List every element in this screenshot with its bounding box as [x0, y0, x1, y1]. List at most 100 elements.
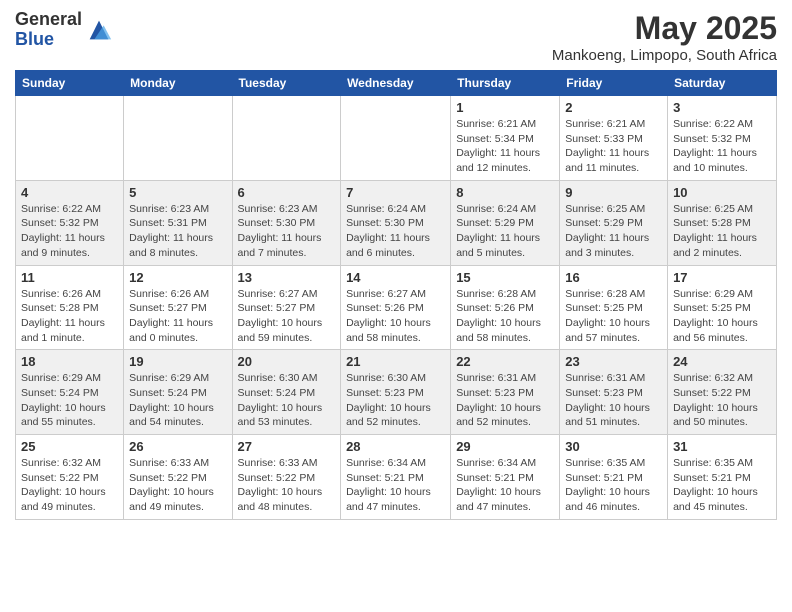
day-detail: Sunrise: 6:21 AM Sunset: 5:34 PM Dayligh… [456, 117, 554, 176]
day-detail: Sunrise: 6:26 AM Sunset: 5:27 PM Dayligh… [129, 287, 226, 346]
col-friday: Friday [560, 71, 668, 96]
day-detail: Sunrise: 6:31 AM Sunset: 5:23 PM Dayligh… [456, 371, 554, 430]
calendar-cell: 13 Sunrise: 6:27 AM Sunset: 5:27 PM Dayli… [232, 265, 341, 350]
day-number: 29 [456, 439, 554, 454]
day-detail: Sunrise: 6:31 AM Sunset: 5:23 PM Dayligh… [565, 371, 662, 430]
col-monday: Monday [124, 71, 232, 96]
calendar-cell: 12 Sunrise: 6:26 AM Sunset: 5:27 PM Dayli… [124, 265, 232, 350]
day-number: 13 [238, 270, 336, 285]
calendar-cell: 17 Sunrise: 6:29 AM Sunset: 5:25 PM Dayli… [668, 265, 777, 350]
calendar-cell: 31 Sunrise: 6:35 AM Sunset: 5:21 PM Dayli… [668, 435, 777, 520]
header-row: Sunday Monday Tuesday Wednesday Thursday… [16, 71, 777, 96]
calendar-cell: 5 Sunrise: 6:23 AM Sunset: 5:31 PM Daylig… [124, 180, 232, 265]
day-number: 24 [673, 354, 771, 369]
day-number: 25 [21, 439, 118, 454]
day-number: 18 [21, 354, 118, 369]
calendar-cell: 10 Sunrise: 6:25 AM Sunset: 5:28 PM Dayli… [668, 180, 777, 265]
calendar-week-2: 4 Sunrise: 6:22 AM Sunset: 5:32 PM Daylig… [16, 180, 777, 265]
day-number: 12 [129, 270, 226, 285]
day-number: 30 [565, 439, 662, 454]
col-tuesday: Tuesday [232, 71, 341, 96]
day-number: 26 [129, 439, 226, 454]
calendar-cell: 30Sunrise: 6:35 AM Sunset: 5:21 PM Dayli… [560, 435, 668, 520]
calendar-cell: 21Sunrise: 6:30 AM Sunset: 5:23 PM Dayli… [341, 350, 451, 435]
day-detail: Sunrise: 6:33 AM Sunset: 5:22 PM Dayligh… [129, 456, 226, 515]
day-detail: Sunrise: 6:21 AM Sunset: 5:33 PM Dayligh… [565, 117, 662, 176]
day-number: 5 [129, 185, 226, 200]
day-detail: Sunrise: 6:24 AM Sunset: 5:29 PM Dayligh… [456, 202, 554, 261]
day-detail: Sunrise: 6:35 AM Sunset: 5:21 PM Dayligh… [673, 456, 771, 515]
day-detail: Sunrise: 6:29 AM Sunset: 5:24 PM Dayligh… [21, 371, 118, 430]
logo: General Blue [15, 10, 113, 50]
calendar-cell: 3 Sunrise: 6:22 AM Sunset: 5:32 PM Daylig… [668, 96, 777, 181]
calendar-header: Sunday Monday Tuesday Wednesday Thursday… [16, 71, 777, 96]
day-detail: Sunrise: 6:34 AM Sunset: 5:21 PM Dayligh… [346, 456, 445, 515]
calendar-cell: 26 Sunrise: 6:33 AM Sunset: 5:22 PM Dayli… [124, 435, 232, 520]
day-detail: Sunrise: 6:29 AM Sunset: 5:24 PM Dayligh… [129, 371, 226, 430]
calendar-cell: 4 Sunrise: 6:22 AM Sunset: 5:32 PM Daylig… [16, 180, 124, 265]
page-header: General Blue May 2025 Mankoeng, Limpopo,… [15, 10, 777, 64]
day-number: 27 [238, 439, 336, 454]
calendar-body: 1 Sunrise: 6:21 AM Sunset: 5:34 PM Daylig… [16, 96, 777, 520]
day-number: 8 [456, 185, 554, 200]
calendar-cell: 7Sunrise: 6:24 AM Sunset: 5:30 PM Daylig… [341, 180, 451, 265]
day-detail: Sunrise: 6:27 AM Sunset: 5:26 PM Dayligh… [346, 287, 445, 346]
day-number: 16 [565, 270, 662, 285]
title-block: May 2025 Mankoeng, Limpopo, South Africa [552, 10, 777, 64]
day-number: 10 [673, 185, 771, 200]
calendar-cell: 27 Sunrise: 6:33 AM Sunset: 5:22 PM Dayli… [232, 435, 341, 520]
day-number: 7 [346, 185, 445, 200]
main-title: May 2025 [552, 10, 777, 47]
day-number: 14 [346, 270, 445, 285]
calendar-cell [232, 96, 341, 181]
day-number: 17 [673, 270, 771, 285]
calendar-cell: 24 Sunrise: 6:32 AM Sunset: 5:22 PM Dayli… [668, 350, 777, 435]
calendar-week-4: 18 Sunrise: 6:29 AM Sunset: 5:24 PM Dayli… [16, 350, 777, 435]
calendar-week-1: 1 Sunrise: 6:21 AM Sunset: 5:34 PM Daylig… [16, 96, 777, 181]
day-number: 1 [456, 100, 554, 115]
calendar-week-5: 25Sunrise: 6:32 AM Sunset: 5:22 PM Dayli… [16, 435, 777, 520]
day-number: 22 [456, 354, 554, 369]
day-detail: Sunrise: 6:25 AM Sunset: 5:29 PM Dayligh… [565, 202, 662, 261]
calendar-cell: 6 Sunrise: 6:23 AM Sunset: 5:30 PM Daylig… [232, 180, 341, 265]
day-detail: Sunrise: 6:30 AM Sunset: 5:24 PM Dayligh… [238, 371, 336, 430]
day-number: 6 [238, 185, 336, 200]
logo-icon [85, 16, 113, 44]
day-detail: Sunrise: 6:27 AM Sunset: 5:27 PM Dayligh… [238, 287, 336, 346]
calendar-cell: 9 Sunrise: 6:25 AM Sunset: 5:29 PM Daylig… [560, 180, 668, 265]
day-detail: Sunrise: 6:28 AM Sunset: 5:26 PM Dayligh… [456, 287, 554, 346]
day-detail: Sunrise: 6:25 AM Sunset: 5:28 PM Dayligh… [673, 202, 771, 261]
day-number: 9 [565, 185, 662, 200]
day-number: 2 [565, 100, 662, 115]
day-number: 15 [456, 270, 554, 285]
day-detail: Sunrise: 6:29 AM Sunset: 5:25 PM Dayligh… [673, 287, 771, 346]
day-number: 21 [346, 354, 445, 369]
logo-text: General Blue [15, 10, 82, 50]
day-number: 4 [21, 185, 118, 200]
calendar-cell: 11Sunrise: 6:26 AM Sunset: 5:28 PM Dayli… [16, 265, 124, 350]
calendar-cell: 29 Sunrise: 6:34 AM Sunset: 5:21 PM Dayli… [451, 435, 560, 520]
day-detail: Sunrise: 6:34 AM Sunset: 5:21 PM Dayligh… [456, 456, 554, 515]
calendar-cell [16, 96, 124, 181]
calendar-cell: 16 Sunrise: 6:28 AM Sunset: 5:25 PM Dayli… [560, 265, 668, 350]
day-detail: Sunrise: 6:23 AM Sunset: 5:30 PM Dayligh… [238, 202, 336, 261]
day-detail: Sunrise: 6:22 AM Sunset: 5:32 PM Dayligh… [21, 202, 118, 261]
day-number: 28 [346, 439, 445, 454]
day-number: 19 [129, 354, 226, 369]
calendar-cell: 2 Sunrise: 6:21 AM Sunset: 5:33 PM Daylig… [560, 96, 668, 181]
day-detail: Sunrise: 6:28 AM Sunset: 5:25 PM Dayligh… [565, 287, 662, 346]
col-sunday: Sunday [16, 71, 124, 96]
day-detail: Sunrise: 6:23 AM Sunset: 5:31 PM Dayligh… [129, 202, 226, 261]
day-detail: Sunrise: 6:33 AM Sunset: 5:22 PM Dayligh… [238, 456, 336, 515]
day-number: 11 [21, 270, 118, 285]
calendar-cell: 14 Sunrise: 6:27 AM Sunset: 5:26 PM Dayli… [341, 265, 451, 350]
day-detail: Sunrise: 6:22 AM Sunset: 5:32 PM Dayligh… [673, 117, 771, 176]
day-number: 3 [673, 100, 771, 115]
calendar-week-3: 11Sunrise: 6:26 AM Sunset: 5:28 PM Dayli… [16, 265, 777, 350]
day-number: 31 [673, 439, 771, 454]
calendar-cell: 8 Sunrise: 6:24 AM Sunset: 5:29 PM Daylig… [451, 180, 560, 265]
subtitle: Mankoeng, Limpopo, South Africa [552, 47, 777, 64]
calendar-cell: 23Sunrise: 6:31 AM Sunset: 5:23 PM Dayli… [560, 350, 668, 435]
calendar-cell [124, 96, 232, 181]
day-detail: Sunrise: 6:32 AM Sunset: 5:22 PM Dayligh… [673, 371, 771, 430]
